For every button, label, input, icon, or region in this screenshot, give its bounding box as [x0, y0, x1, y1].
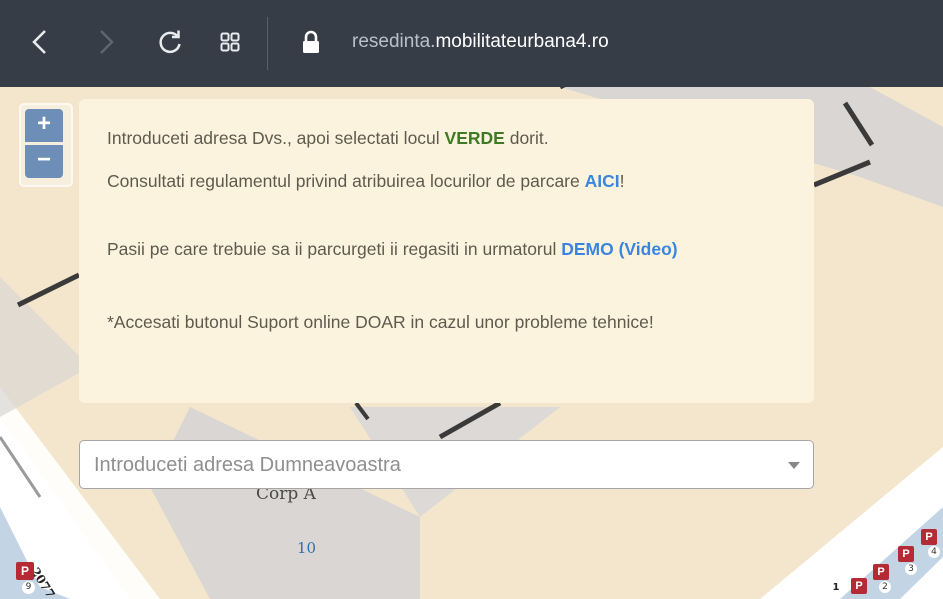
- zoom-control: + −: [19, 103, 73, 187]
- parking-spot-number: 3: [905, 563, 917, 575]
- browser-toolbar: resedinta.mobilitateurbana4.ro: [0, 0, 943, 87]
- parking-letter: P: [925, 531, 933, 543]
- address-bar-url[interactable]: resedinta.mobilitateurbana4.ro: [352, 31, 609, 53]
- parking-spot-number: 1: [832, 582, 840, 593]
- info-line-select: Introduceti adresa Dvs., apoi selectati …: [107, 126, 787, 150]
- lock-icon: [303, 30, 319, 53]
- parking-spot-number: 4: [928, 546, 940, 558]
- reload-button[interactable]: [150, 22, 190, 62]
- parking-marker[interactable]: P: [873, 564, 889, 580]
- info-text: Pasii pe care trebuie sa ii parcurgeti i…: [107, 239, 562, 259]
- zoom-in-button[interactable]: +: [25, 109, 63, 142]
- parking-spot-number: 2: [879, 581, 891, 593]
- zoom-out-button[interactable]: −: [25, 145, 63, 178]
- parking-marker[interactable]: P: [898, 546, 914, 562]
- toolbar-divider: [267, 17, 268, 70]
- parking-marker[interactable]: P: [16, 562, 34, 580]
- info-text: dorit.: [504, 128, 549, 148]
- info-text: Introduceti adresa Dvs., apoi selectati …: [107, 128, 445, 148]
- info-line-demo: Pasii pe care trebuie sa ii parcurgeti i…: [107, 237, 787, 261]
- verde-highlight: VERDE: [444, 128, 505, 148]
- chevron-right-icon: [100, 30, 114, 54]
- parking-letter: P: [855, 580, 863, 592]
- info-panel: Introduceti adresa Dvs., apoi selectati …: [79, 99, 814, 403]
- parking-letter: P: [902, 548, 910, 560]
- parking-marker[interactable]: P: [921, 529, 937, 545]
- parking-letter: P: [877, 566, 885, 578]
- address-placeholder: Introduceti adresa Dumneavoastra: [94, 454, 401, 476]
- address-select[interactable]: Introduceti adresa Dumneavoastra: [79, 440, 814, 489]
- forward-button[interactable]: [86, 22, 126, 62]
- info-text: Consultati regulamentul privind atribuir…: [107, 171, 585, 191]
- tabs-overview-button[interactable]: [210, 22, 250, 62]
- parking-marker[interactable]: P: [851, 578, 867, 594]
- reload-icon: [159, 30, 181, 54]
- parking-letter: P: [20, 564, 29, 578]
- aici-link[interactable]: AICI: [585, 171, 620, 191]
- back-button[interactable]: [20, 22, 60, 62]
- building-number: 10: [297, 539, 317, 557]
- url-domain: mobilitateurbana4.ro: [435, 31, 609, 52]
- dropdown-arrow-icon: [788, 462, 800, 469]
- chevron-left-icon: [32, 30, 46, 54]
- grid-icon: [220, 32, 240, 52]
- info-text: !: [619, 171, 625, 191]
- demo-video-link[interactable]: DEMO (Video): [561, 239, 677, 259]
- parking-spot-number: 9: [22, 581, 35, 594]
- info-line-suport: *Accesati butonul Suport online DOAR in …: [107, 312, 654, 332]
- url-subdomain: resedinta.: [352, 31, 436, 52]
- info-line-regulament: Consultati regulamentul privind atribuir…: [107, 169, 787, 193]
